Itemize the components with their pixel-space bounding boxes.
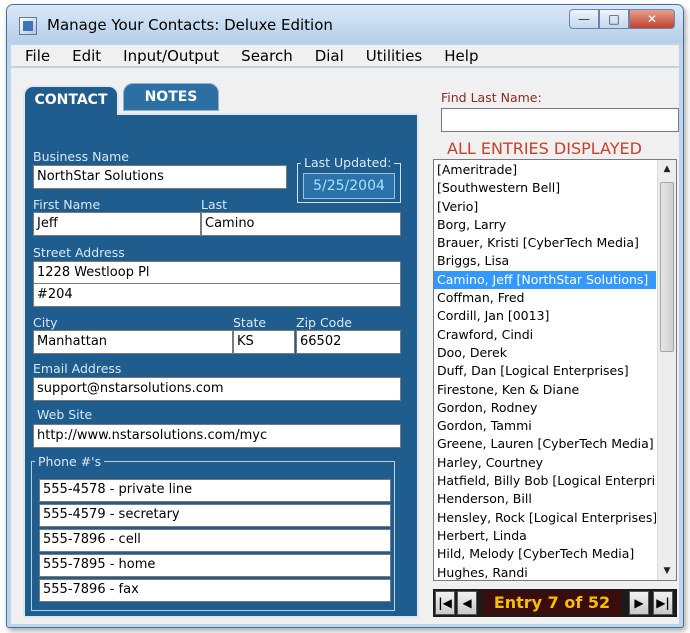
business-name-label: Business Name	[33, 149, 129, 164]
list-item[interactable]: Herbert, Linda	[434, 527, 656, 545]
first-name-field[interactable]: Jeff	[33, 212, 201, 236]
close-button[interactable]: ✕	[629, 9, 675, 29]
scroll-thumb[interactable]	[660, 182, 674, 352]
tab-contact[interactable]: CONTACT	[23, 85, 119, 115]
list-item[interactable]: Brauer, Kristi [CyberTech Media]	[434, 234, 656, 252]
title-bar[interactable]: Manage Your Contacts: Deluxe Edition — □…	[7, 5, 683, 43]
tab-notes[interactable]: NOTES	[123, 83, 219, 111]
business-name-field[interactable]: NorthStar Solutions	[33, 165, 287, 189]
email-label: Email Address	[33, 361, 122, 376]
phone-field-4[interactable]: 555-7895 - home	[39, 554, 391, 577]
maximize-button[interactable]: □	[599, 9, 629, 29]
menu-file[interactable]: File	[11, 47, 58, 65]
menu-dial[interactable]: Dial	[301, 47, 352, 65]
minimize-button[interactable]: —	[569, 9, 599, 29]
street-address-line2[interactable]: #204	[33, 283, 401, 307]
list-item[interactable]: Briggs, Lisa	[434, 252, 656, 270]
list-item[interactable]: Hughes, Randi	[434, 564, 656, 580]
phone-field-5[interactable]: 555-7896 - fax	[39, 579, 391, 602]
scroll-up-icon[interactable]: ▲	[658, 160, 676, 178]
client-area: CONTACT NOTES Business Name NorthStar So…	[11, 68, 679, 624]
entry-navigator: |◀ ◀ Entry 7 of 52 ▶ ▶|	[433, 589, 677, 617]
find-last-name-label: Find Last Name:	[441, 90, 542, 105]
last-updated-label: Last Updated:	[301, 155, 395, 170]
list-item[interactable]: Duff, Dan [Logical Enterprises]	[434, 362, 656, 380]
menu-input-output[interactable]: Input/Output	[109, 47, 227, 65]
list-item[interactable]: Coffman, Fred	[434, 289, 656, 307]
list-item[interactable]: Harley, Courtney	[434, 454, 656, 472]
list-item[interactable]: Crawford, Cindi	[434, 326, 656, 344]
list-item[interactable]: [Southwestern Bell]	[434, 179, 656, 197]
zip-code-label: Zip Code	[296, 315, 352, 330]
city-field[interactable]: Manhattan	[33, 330, 233, 354]
list-item[interactable]: [Verio]	[434, 198, 656, 216]
list-item[interactable]: Hild, Melody [CyberTech Media]	[434, 545, 656, 563]
zip-code-field[interactable]: 66502	[296, 330, 401, 354]
menu-search[interactable]: Search	[227, 47, 301, 65]
entry-counter: Entry 7 of 52	[483, 591, 621, 615]
list-item[interactable]: Greene, Lauren [CyberTech Media]	[434, 435, 656, 453]
last-name-field[interactable]: Camino	[201, 212, 401, 236]
contact-panel: Business Name NorthStar Solutions Last U…	[23, 113, 419, 618]
list-item[interactable]: Hensley, Rock [Logical Enterprises]	[434, 509, 656, 527]
last-name-label: Last	[201, 197, 228, 212]
first-entry-button[interactable]: |◀	[435, 591, 455, 615]
phone-field-2[interactable]: 555-4579 - secretary	[39, 504, 391, 527]
list-scrollbar[interactable]: ▲ ▼	[657, 160, 676, 580]
list-item[interactable]: Gordon, Rodney	[434, 399, 656, 417]
contact-list-items: [Ameritrade] [Southwestern Bell] [Verio] Bo…	[434, 161, 656, 580]
find-last-name-input[interactable]	[441, 108, 679, 132]
list-item[interactable]: Borg, Larry	[434, 216, 656, 234]
phone-numbers-label: Phone #'s	[35, 454, 105, 469]
list-item[interactable]: Doo, Derek	[434, 344, 656, 362]
last-entry-button[interactable]: ▶|	[653, 591, 673, 615]
web-site-field[interactable]: http://www.nstarsolutions.com/myc	[33, 424, 401, 448]
phone-field-3[interactable]: 555-7896 - cell	[39, 529, 391, 552]
previous-entry-button[interactable]: ◀	[457, 591, 477, 615]
window-title: Manage Your Contacts: Deluxe Edition	[47, 16, 333, 34]
list-item[interactable]: Cordill, Jan [0013]	[434, 307, 656, 325]
phone-field-1[interactable]: 555-4578 - private line	[39, 479, 391, 502]
scroll-down-icon[interactable]: ▼	[658, 562, 676, 580]
web-site-label: Web Site	[37, 407, 93, 422]
list-item[interactable]: [Ameritrade]	[434, 161, 656, 179]
menu-edit[interactable]: Edit	[58, 47, 109, 65]
menu-bar: File Edit Input/Output Search Dial Utili…	[11, 45, 679, 67]
list-item[interactable]: Firestone, Ken & Diane	[434, 381, 656, 399]
menu-utilities[interactable]: Utilities	[352, 47, 430, 65]
state-field[interactable]: KS	[233, 330, 295, 354]
contact-list[interactable]: [Ameritrade] [Southwestern Bell] [Verio] Bo…	[433, 159, 677, 581]
menu-help[interactable]: Help	[430, 47, 486, 65]
state-label: State	[233, 315, 267, 330]
app-icon[interactable]	[19, 17, 37, 35]
window-controls: — □ ✕	[569, 9, 675, 31]
next-entry-button[interactable]: ▶	[629, 591, 649, 615]
list-item[interactable]: Hatfield, Billy Bob [Logical Enterprises…	[434, 472, 656, 490]
street-address-line1[interactable]: 1228 Westloop Pl	[33, 261, 401, 285]
street-address-label: Street Address	[33, 245, 125, 260]
email-field[interactable]: support@nstarsolutions.com	[33, 377, 401, 401]
list-status-header: ALL ENTRIES DISPLAYED	[447, 139, 642, 158]
list-item[interactable]: Gordon, Tammi	[434, 417, 656, 435]
main-window: Manage Your Contacts: Deluxe Edition — □…	[6, 4, 684, 628]
list-item[interactable]: Camino, Jeff [NorthStar Solutions]	[434, 270, 656, 290]
city-label: City	[33, 315, 58, 330]
first-name-label: First Name	[33, 197, 101, 212]
list-item[interactable]: Henderson, Bill	[434, 490, 656, 508]
last-updated-value: 5/25/2004	[303, 173, 395, 199]
